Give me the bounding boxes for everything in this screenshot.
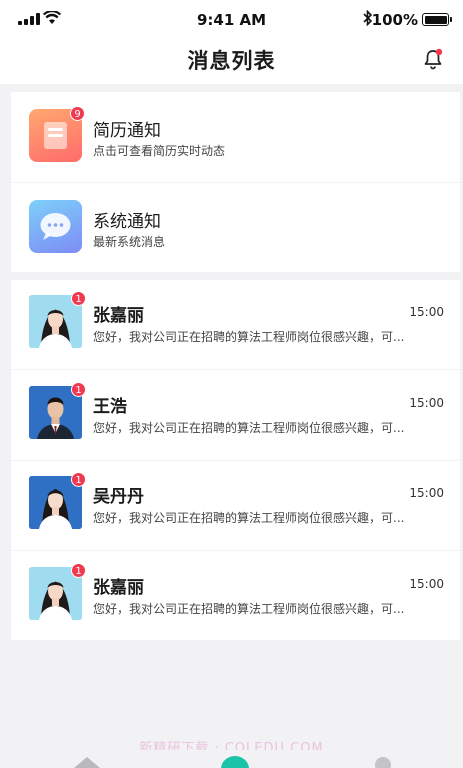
bell-dot bbox=[435, 48, 443, 56]
chat-bubble-icon bbox=[29, 200, 82, 253]
bell-icon[interactable] bbox=[421, 47, 445, 71]
unread-badge: 1 bbox=[71, 291, 86, 306]
message-preview: 您好，我对公司正在招聘的算法工程师岗位很感兴趣，可... bbox=[93, 330, 405, 344]
list-item-system-notice[interactable]: 系统通知 最新系统消息 bbox=[11, 183, 460, 272]
tab-profile-icon[interactable] bbox=[372, 754, 394, 768]
chat-message-list: 1 张嘉丽 15:00 您好，我对公司正在招聘的算法工程师岗位很感兴趣，可...… bbox=[11, 280, 460, 640]
message-time: 15:00 bbox=[409, 486, 444, 500]
notice-subtitle: 最新系统消息 bbox=[93, 235, 166, 249]
nav-bar: 消息列表 bbox=[0, 40, 463, 84]
list-item-message[interactable]: 1 王浩 15:00 您好，我对公司正在招聘的算法工程师岗位很感兴趣，可... bbox=[11, 370, 460, 460]
message-preview: 您好，我对公司正在招聘的算法工程师岗位很感兴趣，可... bbox=[93, 511, 405, 525]
message-time: 15:00 bbox=[409, 305, 444, 319]
message-preview: 您好，我对公司正在招聘的算法工程师岗位很感兴趣，可... bbox=[93, 602, 405, 616]
list-item-message[interactable]: 1 吴丹丹 15:00 您好，我对公司正在招聘的算法工程师岗位很感兴趣，可... bbox=[11, 461, 460, 550]
list-item-resume-notice[interactable]: 9 简历通知 点击可查看简历实时动态 bbox=[11, 92, 460, 182]
tab-home-icon[interactable] bbox=[72, 756, 102, 768]
notice-title: 系统通知 bbox=[93, 212, 161, 232]
system-notice-list: 9 简历通知 点击可查看简历实时动态 系统通知 最新系统消息 bbox=[11, 92, 460, 272]
contact-name: 张嘉丽 bbox=[93, 306, 144, 326]
list-item-message[interactable]: 1 张嘉丽 15:00 您好，我对公司正在招聘的算法工程师岗位很感兴趣，可... bbox=[11, 280, 460, 369]
notice-title: 简历通知 bbox=[93, 121, 161, 141]
message-list-page: 9:41 AM 100% 消息列表 9 简历通知 点击可查看简历实时动态 系统通… bbox=[0, 0, 463, 768]
tab-message-icon[interactable] bbox=[220, 755, 250, 768]
message-preview: 您好，我对公司正在招聘的算法工程师岗位很感兴趣，可... bbox=[93, 421, 405, 435]
list-item-message[interactable]: 1 张嘉丽 15:00 您好，我对公司正在招聘的算法工程师岗位很感兴趣，可... bbox=[11, 551, 460, 640]
status-bar: 9:41 AM 100% bbox=[0, 0, 463, 40]
battery-icon bbox=[422, 13, 452, 26]
message-time: 15:00 bbox=[409, 577, 444, 591]
battery-percent: 100% bbox=[371, 11, 418, 29]
contact-name: 张嘉丽 bbox=[93, 578, 144, 598]
tab-bar bbox=[0, 750, 463, 768]
message-time: 15:00 bbox=[409, 396, 444, 410]
unread-badge: 1 bbox=[71, 382, 86, 397]
contact-name: 王浩 bbox=[93, 397, 127, 417]
contact-name: 吴丹丹 bbox=[93, 487, 144, 507]
unread-badge: 1 bbox=[71, 563, 86, 578]
unread-badge: 1 bbox=[71, 472, 86, 487]
unread-badge: 9 bbox=[70, 106, 85, 121]
page-title: 消息列表 bbox=[187, 49, 276, 73]
notice-subtitle: 点击可查看简历实时动态 bbox=[93, 144, 226, 158]
